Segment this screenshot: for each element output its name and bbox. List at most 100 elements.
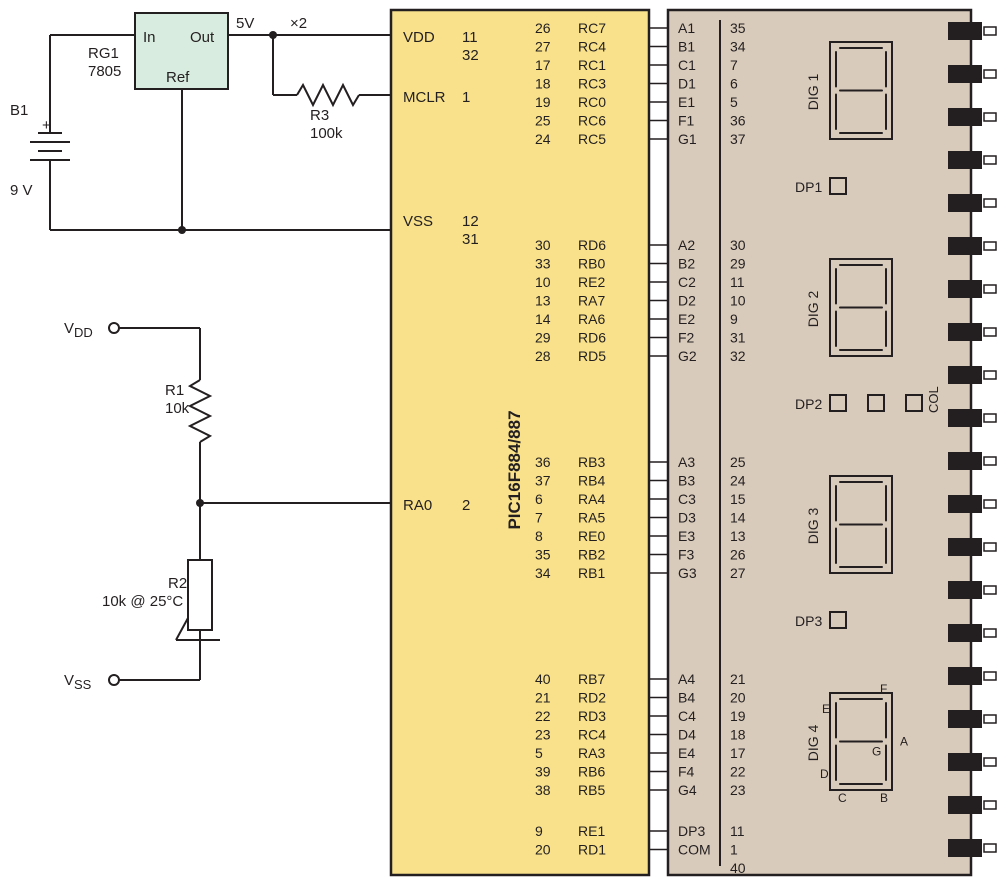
- reg-x2: ×2: [290, 15, 307, 32]
- svg-text:13: 13: [730, 528, 746, 544]
- svg-text:RD6: RD6: [578, 330, 606, 346]
- svg-text:35: 35: [730, 20, 746, 36]
- svg-text:B2: B2: [678, 256, 695, 272]
- svg-text:RB2: RB2: [578, 547, 605, 563]
- svg-text:11: 11: [730, 823, 745, 839]
- svg-text:37: 37: [730, 131, 746, 147]
- svg-text:E: E: [822, 702, 830, 716]
- svg-text:21: 21: [730, 671, 746, 687]
- svg-text:12: 12: [462, 213, 479, 230]
- svg-text:DP1: DP1: [795, 179, 822, 195]
- r3-value: 100k: [310, 125, 343, 142]
- svg-text:14: 14: [535, 311, 551, 327]
- svg-text:E3: E3: [678, 528, 695, 544]
- svg-text:C1: C1: [678, 57, 696, 73]
- svg-text:32: 32: [462, 47, 479, 64]
- reg-ref: Ref: [166, 69, 190, 86]
- svg-text:7: 7: [535, 510, 543, 526]
- svg-text:E1: E1: [678, 94, 695, 110]
- svg-text:RD6: RD6: [578, 237, 606, 253]
- schematic: In Out Ref 5V ×2 RG1 7805 PIC16F884/887 …: [0, 0, 1000, 882]
- svg-text:34: 34: [535, 565, 551, 581]
- svg-text:RB1: RB1: [578, 565, 605, 581]
- svg-text:RC4: RC4: [578, 39, 606, 55]
- svg-text:RC4: RC4: [578, 727, 606, 743]
- svg-text:25: 25: [535, 113, 551, 129]
- svg-text:RC0: RC0: [578, 94, 606, 110]
- svg-text:RA4: RA4: [578, 491, 605, 507]
- svg-text:36: 36: [730, 113, 746, 129]
- r3: R3 100k: [297, 85, 391, 142]
- svg-text:19: 19: [730, 708, 746, 724]
- svg-text:A3: A3: [678, 454, 695, 470]
- svg-text:DP2: DP2: [795, 396, 822, 412]
- svg-text:27: 27: [535, 39, 551, 55]
- svg-text:RD2: RD2: [578, 690, 606, 706]
- svg-text:22: 22: [535, 708, 551, 724]
- svg-text:F4: F4: [678, 764, 695, 780]
- svg-text:18: 18: [730, 727, 746, 743]
- svg-text:RC3: RC3: [578, 76, 606, 92]
- svg-text:DP3: DP3: [795, 613, 822, 629]
- svg-text:RA5: RA5: [578, 510, 605, 526]
- svg-text:VSS: VSS: [64, 672, 92, 692]
- svg-text:23: 23: [730, 782, 746, 798]
- r1-value: 10k: [165, 400, 190, 417]
- svg-text:11: 11: [462, 29, 478, 46]
- svg-text:DP3: DP3: [678, 823, 705, 839]
- svg-text:RB6: RB6: [578, 764, 605, 780]
- svg-text:6: 6: [535, 491, 543, 507]
- svg-text:31: 31: [462, 231, 479, 248]
- svg-text:G3: G3: [678, 565, 697, 581]
- svg-text:9: 9: [535, 823, 543, 839]
- svg-text:COL: COL: [926, 386, 941, 413]
- svg-text:MCLR: MCLR: [403, 89, 446, 106]
- svg-text:30: 30: [730, 237, 746, 253]
- svg-text:10: 10: [535, 274, 551, 290]
- svg-text:B3: B3: [678, 473, 695, 489]
- svg-text:DIG 4: DIG 4: [805, 725, 821, 762]
- svg-text:B: B: [880, 791, 888, 805]
- svg-text:30: 30: [535, 237, 551, 253]
- svg-text:24: 24: [535, 131, 551, 147]
- svg-text:15: 15: [730, 491, 746, 507]
- svg-text:25: 25: [730, 454, 746, 470]
- svg-text:D3: D3: [678, 510, 696, 526]
- svg-text:D2: D2: [678, 293, 696, 309]
- svg-text:G2: G2: [678, 348, 697, 364]
- sensor-divider: VDD R1 10k R2 10k @ 25°C VSS: [64, 320, 391, 692]
- svg-text:40: 40: [730, 860, 746, 876]
- svg-text:22: 22: [730, 764, 746, 780]
- reg-vout: 5V: [236, 15, 254, 32]
- svg-text:18: 18: [535, 76, 551, 92]
- reg-in: In: [143, 29, 156, 46]
- svg-text:A: A: [900, 735, 908, 749]
- svg-text:19: 19: [535, 94, 551, 110]
- svg-text:RB3: RB3: [578, 454, 605, 470]
- svg-text:27: 27: [730, 565, 746, 581]
- r2-value: 10k @ 25°C: [102, 593, 183, 610]
- svg-text:37: 37: [535, 473, 551, 489]
- svg-text:28: 28: [535, 348, 551, 364]
- svg-text:E2: E2: [678, 311, 695, 327]
- b1-name: B1: [10, 102, 28, 119]
- svg-text:8: 8: [535, 528, 543, 544]
- r1-name: R1: [165, 382, 184, 399]
- svg-text:RC7: RC7: [578, 20, 606, 36]
- svg-text:E4: E4: [678, 745, 695, 761]
- svg-text:21: 21: [535, 690, 551, 706]
- reg-part: 7805: [88, 63, 121, 80]
- svg-text:17: 17: [535, 57, 551, 73]
- svg-text:RC1: RC1: [578, 57, 606, 73]
- svg-text:7: 7: [730, 57, 738, 73]
- svg-text:RE0: RE0: [578, 528, 605, 544]
- svg-text:RE1: RE1: [578, 823, 605, 839]
- svg-text:17: 17: [730, 745, 746, 761]
- svg-text:35: 35: [535, 547, 551, 563]
- svg-text:C4: C4: [678, 708, 696, 724]
- svg-text:RD5: RD5: [578, 348, 606, 364]
- svg-text:31: 31: [730, 330, 746, 346]
- svg-text:F3: F3: [678, 547, 695, 563]
- svg-text:1: 1: [462, 89, 470, 106]
- svg-text:RB4: RB4: [578, 473, 605, 489]
